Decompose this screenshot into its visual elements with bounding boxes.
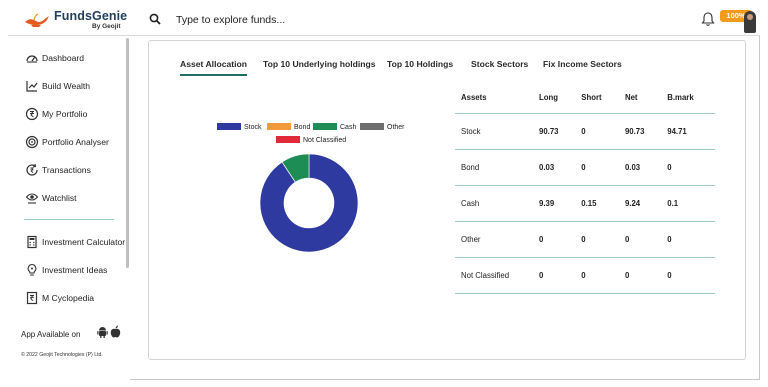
asset-name: Stock [455,113,533,150]
sidebar-item-label: Transactions [42,165,91,175]
short-value: 0.15 [575,185,619,222]
apple-icon[interactable] [110,325,121,338]
sidebar: Dashboard Build Wealth My Portfolio Port… [8,36,130,380]
genie-lamp-icon [25,13,49,27]
sidebar-item-label: Dashboard [42,53,85,63]
asset-name: Cash [455,185,533,222]
search-icon[interactable] [149,13,161,25]
net-value: 90.73 [618,113,662,150]
sidebar-item-label: Investment Ideas [42,265,108,275]
rupee-circle-icon [25,107,39,121]
net-value: 9.24 [618,185,662,222]
column-header-assets: Assets [455,83,533,114]
chart-up-icon [26,81,38,92]
legend-label: Cash [340,124,357,131]
eye-icon [25,193,39,204]
table-row: Not Classified 0 0 0 0 [455,257,715,294]
column-header-bmark: B.mark [661,83,715,114]
dashboard-icon [26,55,38,63]
sidebar-item-m-cyclopedia[interactable]: M Cyclopedia [8,288,128,308]
sidebar-item-label: Build Wealth [42,81,91,91]
sidebar-item-investment-ideas[interactable]: Investment Ideas [8,260,128,280]
sidebar-item-watchlist[interactable]: Watchlist [8,188,128,208]
legend-label: Bond [294,124,311,131]
tab-stock-sectors[interactable]: Stock Sectors [471,59,528,69]
table-row: Bond 0.03 0 0.03 0 [455,149,715,186]
asset-allocation-donut-chart [259,153,359,253]
legend-swatch [360,123,384,130]
legend-swatch [217,123,241,130]
long-value: 0.03 [533,149,576,186]
table-header-row: Assets Long Short Net B.mark [455,83,715,114]
table-row: Other 0 0 0 0 [455,221,715,258]
column-header-long: Long [533,83,576,114]
sidebar-item-investment-calculator[interactable]: Investment Calculator [8,232,128,252]
tab-top-10-holdings[interactable]: Top 10 Holdings [387,59,453,69]
legend-label: Other [387,124,405,131]
net-value: 0.03 [618,149,662,186]
bmark-value: 94.71 [661,113,715,150]
bmark-value: 0 [661,221,715,258]
app-available-label: App Available on [21,330,81,339]
bulb-icon [27,263,37,276]
calculator-icon [27,235,37,249]
legend-swatch [276,136,300,143]
asset-name: Bond [455,149,533,186]
sidebar-item-label: Watchlist [42,193,77,203]
search-input[interactable] [176,12,476,28]
bmark-value: 0.1 [661,185,715,222]
legend-label: Stock [244,124,262,131]
short-value: 0 [575,221,619,258]
sidebar-item-label: M Cyclopedia [42,293,95,303]
short-value: 0 [575,149,619,186]
asset-name: Not Classified [455,257,533,294]
bmark-value: 0 [661,149,715,186]
column-header-net: Net [618,83,662,114]
brand-name: FundsGenie [54,9,128,23]
sidebar-item-my-portfolio[interactable]: My Portfolio [8,104,128,124]
long-value: 0 [533,257,576,294]
asset-allocation-card: Asset Allocation Top 10 Underlying holdi… [148,40,746,360]
long-value: 90.73 [533,113,576,150]
sidebar-item-portfolio-analyser[interactable]: Portfolio Analyser [8,132,128,152]
asset-allocation-table: Assets Long Short Net B.mark Stock 90.73… [455,83,715,294]
table-row: Cash 9.39 0.15 9.24 0.1 [455,185,715,222]
target-icon [25,135,39,149]
tab-top-10-underlying-holdings[interactable]: Top 10 Underlying holdings [263,59,376,69]
sidebar-item-build-wealth[interactable]: Build Wealth [8,76,128,96]
tab-fix-income-sectors[interactable]: Fix Income Sectors [543,59,622,69]
avatar[interactable] [744,11,756,33]
android-icon[interactable] [97,326,108,338]
legend-label: Not Classified [303,137,347,144]
legend-swatch [313,123,337,130]
long-value: 9.39 [533,185,576,222]
tab-asset-allocation[interactable]: Asset Allocation [180,59,248,76]
sidebar-item-transactions[interactable]: Transactions [8,160,128,180]
top-bar: FundsGenie By Geojit 100% [8,4,760,36]
sidebar-item-label: Portfolio Analyser [42,137,109,147]
column-header-short: Short [575,83,619,114]
fundsgenie-logo[interactable]: FundsGenie By Geojit [20,7,132,33]
book-icon [26,291,38,305]
copyright-text: © 2022 Geojit Technologies (P) Ltd. [21,352,103,358]
long-value: 0 [533,221,576,258]
legend-swatch [267,123,291,130]
refresh-rupee-icon [26,163,38,176]
short-value: 0 [575,113,619,150]
sidebar-item-label: My Portfolio [42,109,88,119]
brand-subtitle: By Geojit [92,23,121,30]
net-value: 0 [618,221,662,258]
table-row: Stock 90.73 0 90.73 94.71 [455,113,715,150]
asset-name: Other [455,221,533,258]
net-value: 0 [618,257,662,294]
bell-icon[interactable] [701,11,715,27]
bmark-value: 0 [661,257,715,294]
sidebar-scrollbar[interactable] [126,38,129,268]
short-value: 0 [575,257,619,294]
sidebar-item-label: Investment Calculator [42,237,126,247]
sidebar-item-dashboard[interactable]: Dashboard [8,48,128,68]
sidebar-divider [24,219,114,220]
